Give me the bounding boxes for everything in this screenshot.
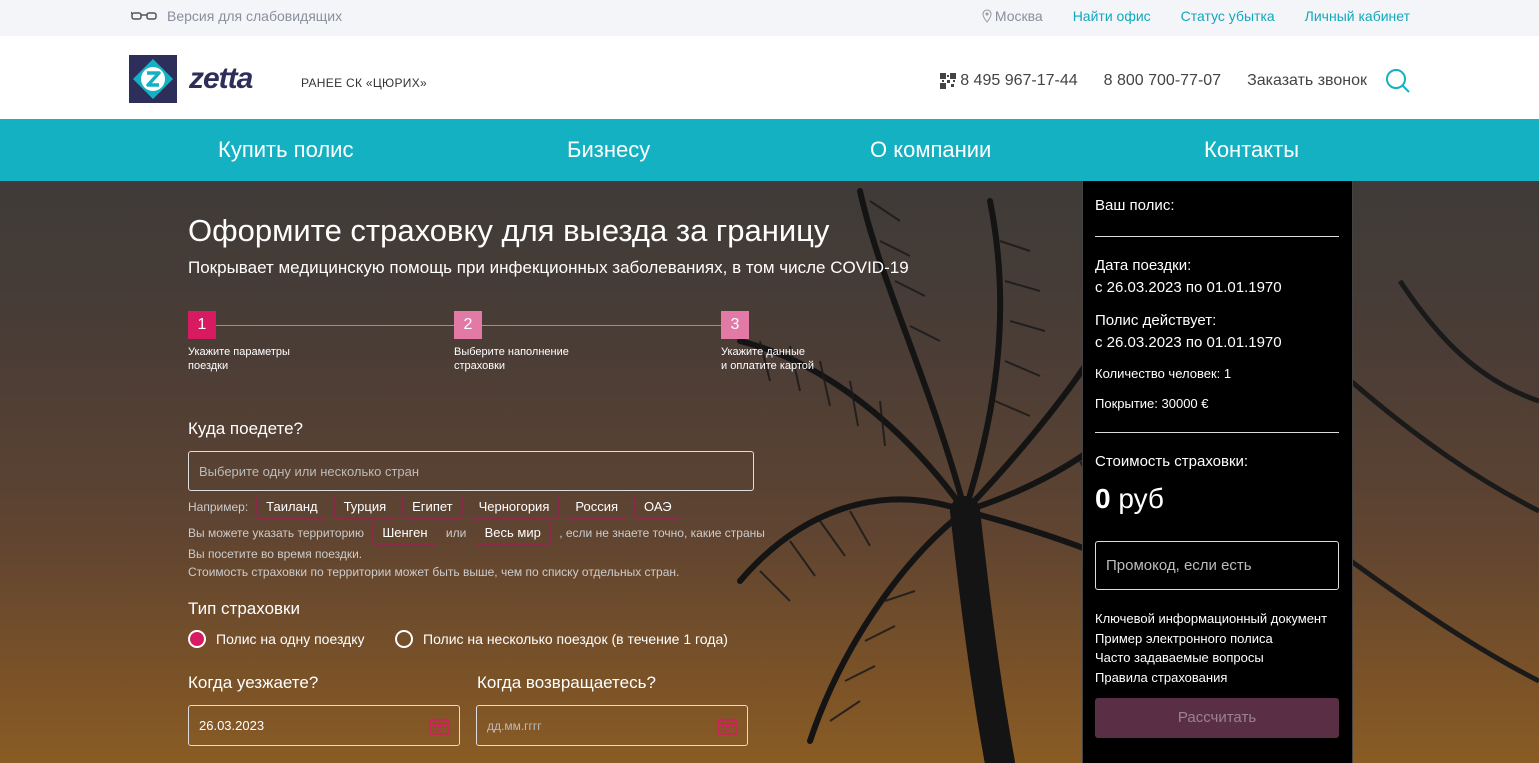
step-connector — [216, 325, 454, 326]
phone-main-number: 8 495 967-17-44 — [960, 72, 1078, 89]
country-chip[interactable]: Россия — [565, 495, 629, 519]
page-title: Оформите страховку для выезда за границу — [188, 213, 830, 248]
nav-contacts[interactable]: Контакты — [1204, 137, 1299, 163]
country-chip[interactable]: ОАЭ — [634, 495, 682, 519]
find-office-link[interactable]: Найти офис — [1073, 8, 1151, 24]
country-chip[interactable]: Черногория — [468, 495, 560, 519]
coverage: Покрытие: 30000 € — [1095, 396, 1209, 411]
logo-text: zetta — [189, 62, 253, 95]
progress-steps: 1 2 3 Укажите параметры поездки Выберите … — [188, 311, 814, 381]
divider — [1095, 236, 1339, 237]
territory-chip-world[interactable]: Весь мир — [474, 521, 551, 545]
trip-date-value: с 26.03.2023 по 01.01.1970 — [1095, 279, 1282, 296]
depart-date-label: Когда уезжаете? — [188, 673, 319, 692]
search-icon[interactable] — [1385, 68, 1411, 94]
personal-account-link[interactable]: Личный кабинет — [1305, 8, 1410, 24]
divider — [1095, 432, 1339, 433]
location-pin-icon — [982, 9, 992, 23]
cost-currency: руб — [1118, 483, 1164, 514]
nav-buy-policy[interactable]: Купить полис — [218, 137, 353, 163]
page-subtitle: Покрывает медицинскую помощь при инфекци… — [188, 258, 909, 277]
radio-multi-trip[interactable]: Полис на несколько поездок (в течение 1 … — [395, 630, 728, 648]
step-3-number: 3 — [721, 311, 749, 339]
header: zetta РАНЕЕ СК «ЦЮРИХ» 8 495 967-17-44 8… — [0, 36, 1539, 119]
nav-business[interactable]: Бизнесу — [567, 137, 650, 163]
radio-single-trip[interactable]: Полис на одну поездку — [188, 630, 365, 648]
country-chip[interactable]: Турция — [333, 495, 397, 519]
claim-status-link[interactable]: Статус убытка — [1181, 8, 1275, 24]
cost-amount: 0 — [1095, 483, 1111, 514]
cost-label: Стоимость страховки: — [1095, 453, 1249, 470]
examples-label: Например: — [188, 500, 249, 514]
trip-date-label: Дата поездки: — [1095, 257, 1192, 274]
country-chip[interactable]: Египет — [402, 495, 463, 519]
people-count: Количество человек: 1 — [1095, 366, 1232, 381]
step-1-label: Укажите параметры поездки — [188, 346, 290, 372]
territory-chip-schengen[interactable]: Шенген — [372, 521, 438, 545]
valid-label: Полис действует: — [1095, 312, 1217, 329]
return-date-label: Когда возвращаетесь? — [477, 673, 656, 692]
qr-code-icon — [940, 73, 957, 89]
doc-link-kid[interactable]: Ключевой информационный документ — [1095, 609, 1327, 629]
radio-single-label: Полис на одну поездку — [216, 631, 365, 647]
glasses-icon — [131, 11, 157, 20]
return-date-field[interactable]: дд.мм.гггг — [476, 705, 748, 746]
doc-link-sample-policy[interactable]: Пример электронного полиса — [1095, 629, 1327, 649]
phone-main[interactable]: 8 495 967-17-44 — [940, 72, 1078, 90]
phone-free[interactable]: 8 800 700-77-07 — [1104, 72, 1221, 90]
step-connector — [482, 325, 721, 326]
policy-heading: Ваш полис: — [1095, 197, 1175, 214]
doc-link-rules[interactable]: Правила страхования — [1095, 668, 1327, 688]
radio-multi-label: Полис на несколько поездок (в течение 1 … — [423, 631, 728, 647]
formerly-label: РАНЕЕ СК «ЦЮРИХ» — [301, 76, 427, 90]
return-date-placeholder: дд.мм.гггг — [487, 719, 542, 733]
city-label: Москва — [994, 8, 1043, 24]
territory-note: Стоимость страховки по территории может … — [188, 565, 680, 579]
step-2-number: 2 — [454, 311, 482, 339]
radio-button[interactable] — [395, 630, 413, 648]
country-chip[interactable]: Таиланд — [256, 495, 328, 519]
callback-link[interactable]: Заказать звонок — [1247, 72, 1367, 90]
documents-list: Ключевой информационный документ Пример … — [1095, 609, 1327, 687]
city-selector[interactable]: Москва — [982, 8, 1043, 24]
territory-hint: Вы можете указать территорию Шенген или … — [188, 521, 768, 581]
valid-value: с 26.03.2023 по 01.01.1970 — [1095, 334, 1282, 351]
territory-or: или — [445, 526, 467, 540]
destination-label: Куда поедете? — [188, 419, 303, 438]
radio-button-checked[interactable] — [188, 630, 206, 648]
cost-value: 0 руб — [1095, 483, 1164, 515]
top-bar: Версия для слабовидящих Москва Найти офи… — [0, 0, 1539, 36]
calendar-icon[interactable] — [429, 717, 449, 735]
zetta-logo-icon — [129, 55, 177, 103]
accessibility-link[interactable]: Версия для слабовидящих — [131, 8, 342, 24]
nav-about[interactable]: О компании — [870, 137, 991, 163]
country-examples: Например: Таиланд Турция Египет Черногор… — [188, 495, 682, 519]
insurance-type-label: Тип страховки — [188, 599, 300, 618]
promo-code-input[interactable] — [1095, 541, 1339, 590]
calculate-button[interactable]: Рассчитать — [1095, 698, 1339, 738]
step-2-label: Выберите наполнение страховки — [454, 346, 569, 372]
main-nav: Купить полис Бизнесу О компании Контакты — [0, 119, 1539, 181]
calendar-icon[interactable] — [717, 717, 737, 735]
step-1-number: 1 — [188, 311, 216, 339]
depart-date-field[interactable]: 26.03.2023 — [188, 705, 460, 746]
logo[interactable]: zetta — [129, 55, 253, 103]
step-3-label: Укажите данные и оплатите картой — [721, 346, 815, 372]
accessibility-label: Версия для слабовидящих — [167, 8, 343, 24]
policy-summary-panel: Ваш полис: Дата поездки: с 26.03.2023 по… — [1082, 181, 1353, 763]
doc-link-faq[interactable]: Часто задаваемые вопросы — [1095, 648, 1327, 668]
territory-prefix: Вы можете указать территорию — [188, 526, 364, 540]
country-input[interactable] — [188, 451, 754, 491]
depart-date-value: 26.03.2023 — [199, 718, 265, 733]
